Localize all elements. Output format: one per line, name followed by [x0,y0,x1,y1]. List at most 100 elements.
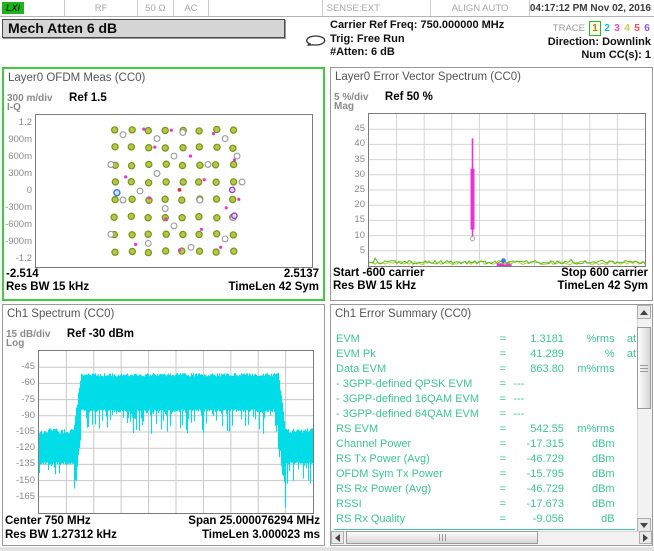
horizontal-scrollbar[interactable] [331,531,652,545]
horizontal-scroll-thumb[interactable] [346,531,538,544]
summary-cell-eq: = [500,423,514,435]
span-label: Span 25.000076294 MHz [188,515,320,527]
panel-error-summary[interactable]: Ch1 Error Summary (CC0) EVM=1.3181%rmsat… [330,304,653,546]
error-summary-row: RS Rx Power (Avg)=-46.729dBm [336,481,636,496]
summary-cell-val: --- [513,393,564,405]
y-tick-label: 35 [337,154,365,165]
atten-label: #Atten: 6 dB [330,46,504,60]
error-summary-row: - 3GPP-defined 64QAM EVM=--- [336,406,636,421]
panel-title: Layer0 Error Vector Spectrum (CC0) [335,71,521,83]
arrow-down-icon [640,523,648,528]
panel-footer: Res BW 15 kHz TimeLen 42 Sym [333,280,648,292]
y-tick-label: -600m [4,219,32,230]
error-summary-table: EVM=1.3181%rmsatEVM Pk=41.289%atData EVM… [336,331,636,526]
evm-spectrum-plot [368,113,646,267]
scroll-up-button[interactable] [637,305,651,319]
panel-title: Ch1 Spectrum (CC0) [7,308,114,320]
status-cell-spacer [209,0,322,16]
trace-button-6[interactable]: 6 [643,22,651,35]
error-summary-row: RS Rx Quality=-9.056dB [336,511,636,526]
header-trace-info: TRACE123456 Direction: Downlink Num CC(s… [548,21,651,62]
summary-cell-name: RS Rx Quality [336,513,500,525]
start-carrier-label: Start -600 carrier [333,267,424,279]
panel-title: Ch1 Error Summary (CC0) [335,308,471,320]
summary-cell-val: -17.673 [513,498,564,510]
status-cell-sense: SENSE:EXT [323,0,432,16]
summary-cell-eq: = [500,453,514,465]
y-tick-label: 300m [4,168,32,179]
trace-button-1[interactable]: 1 [589,21,601,36]
y-tick-label: -60 [7,377,35,388]
summary-cell-eq: = [500,378,514,390]
trace-format-label: Log [6,338,24,349]
error-summary-row: - 3GPP-defined 16QAM EVM=--- [336,391,636,406]
ref-level-label: Ref -30 dBm [67,328,134,340]
summary-cell-val: -46.729 [513,453,564,465]
vertical-scroll-thumb[interactable] [637,327,651,409]
summary-cell-eq: = [500,468,514,480]
error-summary-row: RS EVM=542.55m%rms [336,421,636,436]
summary-cell-name: Data EVM [336,363,500,375]
panel-spectrum[interactable]: Ch1 Spectrum (CC0) 15 dB/div Ref -30 dBm… [2,304,325,546]
summary-cell-name: EVM [336,333,500,345]
status-cell-rf: RF [65,0,138,16]
spectrum-plot [38,350,314,514]
panel-title: Layer0 OFDM Meas (CC0) [8,72,145,84]
summary-cell-eq: = [500,393,514,405]
summary-cell-unit: dBm [564,468,615,480]
y-tick-label: -1.2 [4,253,32,264]
y-tick-label: -300m [4,202,32,213]
y-tick-label: 30 [337,169,365,180]
panel-error-vector-spectrum[interactable]: Layer0 Error Vector Spectrum (CC0) 5 %/d… [330,67,653,301]
summary-cell-name: RS Rx Power (Avg) [336,483,500,495]
trace-button-5[interactable]: 5 [633,22,641,35]
summary-cell-unit: dBm [564,483,615,495]
status-cell-lxi: LXI [0,0,65,16]
panel-footer: Res BW 15 kHz TimeLen 42 Sym [6,281,319,293]
trace-button-2[interactable]: 2 [603,22,611,35]
summary-divider [334,529,635,530]
x-axis-labels: -2.514 2.5137 [6,268,319,280]
scroll-down-button[interactable] [637,518,651,532]
y-tick-label: -120 [7,442,35,453]
scroll-left-button[interactable] [331,531,344,544]
trace-button-4[interactable]: 4 [623,22,631,35]
x-max-label: 2.5137 [284,268,319,280]
time-len-label: TimeLen 3.000023 ms [202,529,320,541]
trigger-label: Trig: Free Run [330,33,504,47]
stop-carrier-label: Stop 600 carrier [561,267,648,279]
scroll-right-button[interactable] [639,531,652,544]
header-settings: Carrier Ref Freq: 750.000000 MHz Trig: F… [330,19,504,60]
summary-cell-suffix: at [615,348,636,360]
summary-cell-val: 863.80 [513,363,564,375]
summary-cell-val: --- [513,408,564,420]
error-summary-row: RS Tx Power (Avg)=-46.729dBm [336,451,636,466]
carrier-ref-freq-label: Carrier Ref Freq: 750.000000 MHz [330,19,504,33]
y-tick-label: -45 [7,361,35,372]
trace-button-3[interactable]: 3 [613,22,621,35]
summary-cell-eq: = [500,498,514,510]
error-summary-row: Data EVM=863.80m%rms [336,361,636,376]
summary-cell-val: -17.315 [513,438,564,450]
summary-cell-eq: = [500,363,514,375]
summary-cell-unit: % [564,348,615,360]
status-cell-coupling: AC [174,0,210,16]
summary-cell-val: -46.729 [513,483,564,495]
error-summary-row: EVM Pk=41.289%at [336,346,636,361]
vertical-scrollbar[interactable] [637,305,652,532]
y-tick-label: -90 [7,410,35,421]
summary-cell-unit: m%rms [564,363,615,375]
y-tick-label: 10 [337,230,365,241]
y-tick-label: -165 [7,491,35,502]
summary-cell-name: EVM Pk [336,348,500,360]
summary-cell-eq: = [500,348,514,360]
y-tick-label: 40 [337,138,365,149]
panel-ofdm-meas[interactable]: Layer0 OFDM Meas (CC0) 300 m/div Ref 1.5… [2,67,325,301]
summary-cell-name: RS Tx Power (Avg) [336,453,500,465]
summary-cell-name: Channel Power [336,438,500,450]
vsa-application-window: LXI RF 50 Ω AC SENSE:EXT ALIGN AUTO 04:1… [0,0,654,551]
res-bw-label: Res BW 1.27312 kHz [5,529,117,541]
time-len-label: TimeLen 42 Sym [228,281,319,293]
mech-atten-banner: Mech Atten 6 dB [2,19,285,38]
summary-cell-unit: dB [564,513,615,525]
